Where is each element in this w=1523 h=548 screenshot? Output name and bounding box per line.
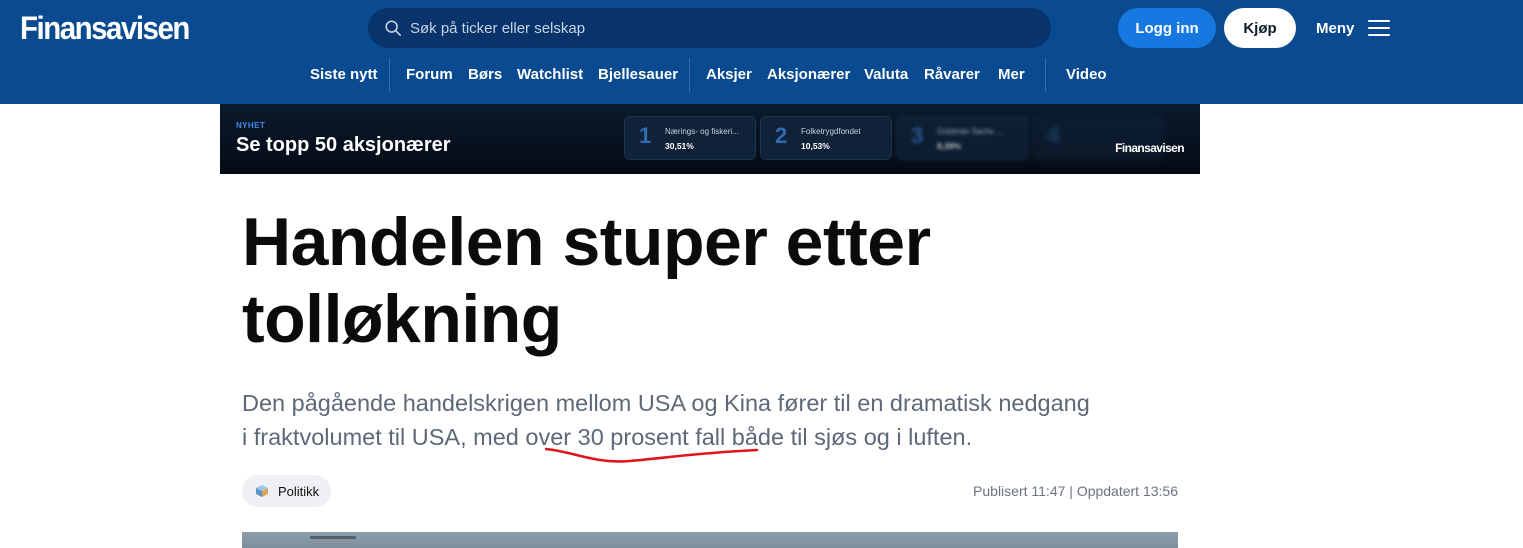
card-rank: 3 — [911, 123, 924, 148]
nav-siste-nytt[interactable]: Siste nytt — [310, 56, 378, 94]
ship-silhouette — [310, 536, 356, 539]
banner-headline: Se topp 50 aksjonærer — [236, 134, 451, 156]
site-header: Finansavisen Logg inn Kjøp Meny Siste ny… — [0, 0, 1523, 104]
nav-bjellesauer[interactable]: Bjellesauer — [598, 56, 678, 94]
nav-aksjonaerer[interactable]: Aksjonærer — [767, 56, 850, 94]
login-button[interactable]: Logg inn — [1118, 8, 1216, 48]
site-logo[interactable]: Finansavisen — [20, 10, 190, 47]
card-rank: 4 — [1047, 123, 1060, 148]
nav-divider — [1045, 58, 1046, 92]
article-lead-line: Den pågående handelskrigen mellom USA og… — [242, 390, 1090, 416]
article-title: Handelen stuper etter tolløkning — [242, 204, 1202, 358]
shareholder-card: 1 Nærings- og fiskeri... 30,51% — [624, 116, 756, 160]
nav-video[interactable]: Video — [1066, 56, 1107, 94]
nav-ravarer[interactable]: Råvarer — [924, 56, 980, 94]
category-chip[interactable]: Politikk — [242, 475, 332, 507]
nav-watchlist[interactable]: Watchlist — [517, 56, 583, 94]
banner-brand-logo: Finansavisen — [1115, 141, 1184, 155]
shareholder-card: 3 Goldman Sachs ... 8,39% — [896, 116, 1028, 160]
card-name: Goldman Sachs ... — [937, 127, 1003, 136]
article-lead: Den pågående handelskrigen mellom USA og… — [242, 386, 1192, 454]
publish-meta: Publisert 11:47 | Oppdatert 13:56 — [973, 483, 1178, 499]
article-hero-image — [242, 532, 1178, 548]
nav-forum[interactable]: Forum — [406, 56, 453, 94]
nav-bors[interactable]: Børs — [468, 56, 502, 94]
card-percent: 10,53% — [801, 141, 830, 151]
promo-banner[interactable]: NYHET Se topp 50 aksjonærer 1 Nærings- o… — [220, 104, 1200, 174]
buy-button[interactable]: Kjøp — [1224, 8, 1296, 48]
nav-divider — [689, 58, 690, 92]
search-input[interactable] — [410, 19, 1010, 37]
category-label: Politikk — [278, 483, 320, 499]
card-rank: 2 — [775, 123, 788, 148]
updated-time: Oppdatert 13:56 — [1076, 483, 1178, 499]
cube-icon — [256, 485, 268, 497]
nav-valuta[interactable]: Valuta — [864, 56, 908, 94]
red-annotation-underline — [545, 447, 759, 463]
banner-tag: NYHET — [236, 121, 266, 130]
published-time: Publisert 11:47 — [973, 483, 1066, 499]
nav-aksjer[interactable]: Aksjer — [706, 56, 752, 94]
nav-divider — [389, 58, 390, 92]
article-title-line: Handelen stuper etter — [242, 204, 931, 280]
menu-label: Meny — [1316, 19, 1355, 37]
card-name: Folketrygdfondet — [801, 127, 861, 136]
article-title-line: tolløkning — [242, 281, 562, 357]
search-bar[interactable] — [368, 8, 1051, 48]
menu-button[interactable]: Meny — [1316, 8, 1391, 48]
meta-separator: | — [1069, 483, 1073, 499]
card-percent: 30,51% — [665, 141, 694, 151]
shareholder-card: 2 Folketrygdfondet 10,53% — [760, 116, 892, 160]
card-percent: 8,39% — [937, 141, 962, 151]
search-icon — [385, 20, 402, 37]
nav-mer[interactable]: Mer — [998, 56, 1025, 94]
hamburger-icon — [1368, 19, 1391, 37]
card-name: Nærings- og fiskeri... — [665, 127, 739, 136]
card-rank: 1 — [639, 123, 652, 148]
